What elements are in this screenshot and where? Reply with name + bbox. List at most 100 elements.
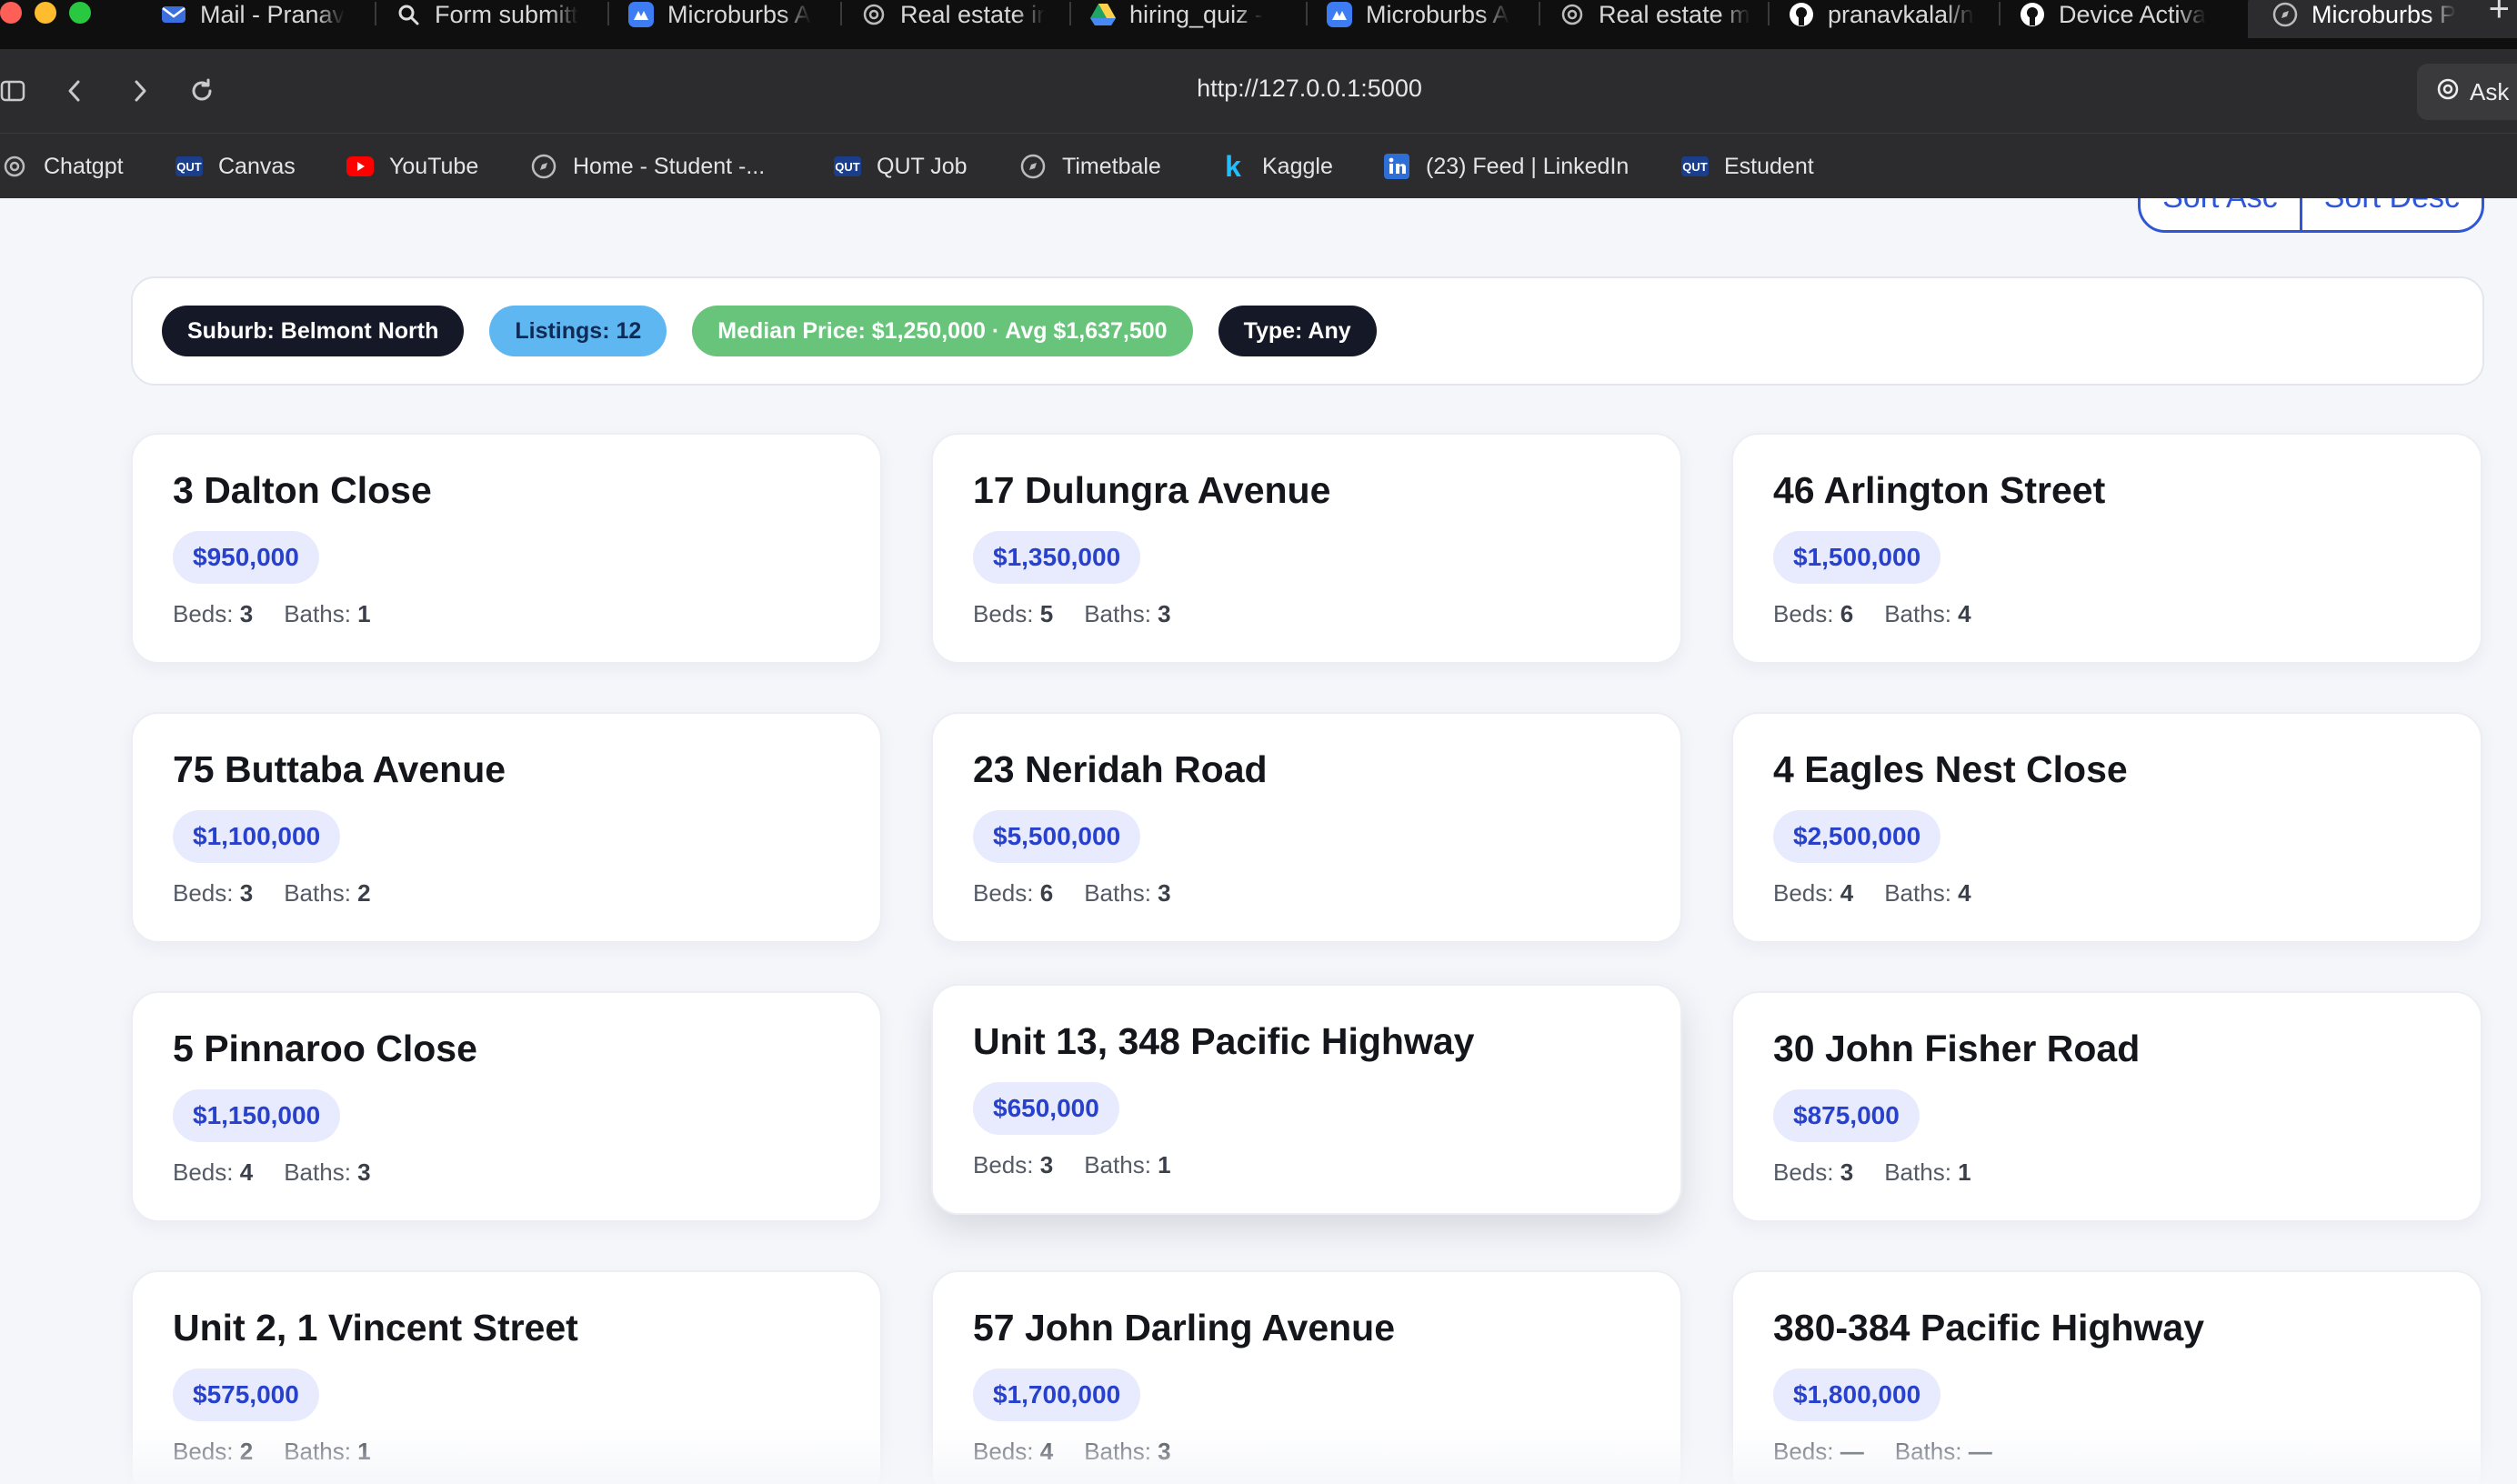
browser-tab[interactable]: pranavkalal/n: [1788, 0, 1988, 38]
youtube-icon: [346, 152, 375, 181]
listing-specs: Beds: 3 Baths: 1: [973, 1151, 1640, 1179]
bookmark-item[interactable]: YouTube: [346, 152, 478, 181]
bookmark-item[interactable]: (23) Feed | LinkedIn: [1382, 152, 1629, 181]
forward-icon[interactable]: [122, 73, 158, 109]
tab-label: Mail - Pranav: [200, 0, 346, 28]
sort-desc-button[interactable]: Sort Desc: [2302, 198, 2482, 230]
beds-label: Beds:: [1773, 1158, 1834, 1186]
baths-label: Baths:: [1084, 600, 1151, 627]
listing-card[interactable]: 46 Arlington Street $1,500,000 Beds: 6 Bath…: [1731, 433, 2482, 664]
bookmark-item[interactable]: Chatgpt: [0, 152, 124, 181]
new-tab-button[interactable]: +: [2489, 0, 2510, 30]
bookmark-item[interactable]: QUT Canvas: [175, 152, 296, 181]
address-bar[interactable]: http://127.0.0.1:5000: [1091, 75, 1528, 103]
baths-value: 3: [1158, 600, 1171, 627]
beds-info: Beds: 4: [173, 1158, 253, 1187]
browser-tab[interactable]: Mail - Pranav: [160, 0, 360, 38]
bookmark-item[interactable]: QUT Estudent: [1680, 152, 1814, 181]
bookmark-label: Kaggle: [1262, 153, 1333, 179]
bookmark-item[interactable]: k Kaggle: [1218, 150, 1333, 183]
listings-count-chip: Listings: 12: [489, 306, 667, 356]
compass-icon: [529, 152, 558, 181]
ask-button[interactable]: Ask: [2417, 64, 2517, 120]
listing-card[interactable]: 75 Buttaba Avenue $1,100,000 Beds: 3 Baths:…: [131, 712, 882, 943]
listing-price: $875,000: [1773, 1089, 1920, 1142]
baths-info: Baths: 4: [1884, 600, 1970, 628]
listing-card[interactable]: 23 Neridah Road $5,500,000 Beds: 6 Baths: 3: [931, 712, 1682, 943]
listing-specs: Beds: 3 Baths: 1: [1773, 1158, 2441, 1187]
tab-separator: [1768, 2, 1770, 25]
listing-specs: Beds: 4 Baths: 4: [1773, 879, 2441, 907]
tab-separator: [375, 2, 376, 25]
listing-card[interactable]: 17 Dulungra Avenue $1,350,000 Beds: 5 Baths…: [931, 433, 1682, 664]
listing-specs: Beds: 3 Baths: 2: [173, 879, 840, 907]
beds-info: Beds: 5: [973, 600, 1053, 628]
tab-label: Microburbs A: [1366, 0, 1509, 28]
browser-tab[interactable]: Microburbs A: [1326, 0, 1526, 38]
bookmark-item[interactable]: QUT QUT Job: [833, 152, 968, 181]
browser-tab[interactable]: Form submitt: [395, 0, 595, 38]
listing-price: $1,150,000: [173, 1089, 341, 1142]
baths-value: 4: [1958, 879, 1971, 907]
listing-card[interactable]: Unit 13, 348 Pacific Highway $650,000 Beds…: [931, 984, 1682, 1215]
listing-price: $2,500,000: [1773, 810, 1941, 863]
browser-tab[interactable]: Real estate m: [1559, 0, 1759, 38]
baths-info: Baths: 3: [284, 1158, 370, 1187]
listing-card[interactable]: 3 Dalton Close $950,000 Beds: 3 Baths: 1: [131, 433, 882, 664]
drive-icon: [1089, 1, 1117, 28]
listing-address: 23 Neridah Road: [973, 748, 1268, 790]
beds-value: 6: [1840, 600, 1854, 627]
baths-label: Baths:: [1884, 600, 1951, 627]
browser-tab[interactable]: Microburbs A: [627, 0, 827, 38]
bookmark-item[interactable]: Timetbale: [1018, 152, 1161, 181]
beds-info: Beds: 3: [1773, 1158, 1853, 1187]
listing-specs: Beds: 6 Baths: 4: [1773, 600, 2441, 628]
sidebar-toggle-icon[interactable]: [0, 73, 31, 109]
baths-value: 1: [1958, 1158, 1971, 1186]
compass-icon: [1018, 152, 1048, 181]
listing-card[interactable]: 5 Pinnaroo Close $1,150,000 Beds: 4 Baths: …: [131, 991, 882, 1222]
baths-label: Baths:: [1884, 879, 1951, 907]
beds-value: 3: [1840, 1158, 1854, 1186]
browser-tab[interactable]: Real estate ir: [860, 0, 1060, 38]
baths-value: 3: [1158, 879, 1171, 907]
baths-value: 3: [357, 1158, 371, 1186]
bookmark-item[interactable]: Home - Student -...: [529, 152, 765, 181]
close-window-button[interactable]: [0, 2, 22, 24]
listing-card[interactable]: 4 Eagles Nest Close $2,500,000 Beds: 4 Bath…: [1731, 712, 2482, 943]
beds-value: 3: [1039, 1151, 1054, 1178]
listing-address: 5 Pinnaroo Close: [173, 1028, 477, 1069]
tab-separator: [1306, 2, 1308, 25]
bookmark-label: Canvas: [218, 153, 296, 179]
qut-icon: QUT: [833, 152, 862, 181]
browser-tab[interactable]: Microburbs P: [2248, 0, 2517, 38]
bookmark-label: Home - Student -...: [573, 153, 766, 179]
listing-card[interactable]: 30 John Fisher Road $875,000 Beds: 3 Baths:…: [1731, 991, 2482, 1222]
minimize-window-button[interactable]: [35, 2, 56, 24]
tab-label: Microburbs A: [667, 0, 811, 28]
beds-label: Beds:: [1773, 600, 1834, 627]
zoom-window-button[interactable]: [69, 2, 91, 24]
browser-tab[interactable]: hiring_quiz -: [1089, 0, 1289, 38]
tab-separator: [1999, 2, 2001, 25]
openai-icon: [860, 1, 887, 28]
tab-separator: [1069, 2, 1071, 25]
baths-label: Baths:: [284, 879, 351, 907]
browser-tab[interactable]: Device Activa: [2019, 0, 2219, 38]
tab-separator: [840, 2, 842, 25]
listing-address: 380-384 Pacific Highway: [1773, 1307, 2205, 1349]
reload-icon[interactable]: [184, 73, 220, 109]
back-icon[interactable]: [56, 73, 93, 109]
listing-price: $1,350,000: [973, 531, 1141, 584]
compass-icon: [2271, 1, 2299, 28]
listing-specs: Beds: 4 Baths: 3: [173, 1158, 840, 1187]
median-price-chip: Median Price: $1,250,000 · Avg $1,637,50…: [692, 306, 1193, 356]
listing-price: $650,000: [973, 1082, 1119, 1135]
beds-info: Beds: 6: [973, 879, 1053, 907]
sort-asc-button[interactable]: Sort Asc: [2141, 198, 2300, 230]
microburbs-icon: [1326, 1, 1353, 28]
openai-icon: [0, 152, 29, 181]
beds-label: Beds:: [173, 600, 234, 627]
linkedin-icon: [1382, 152, 1411, 181]
listing-specs: Beds: 5 Baths: 3: [973, 600, 1640, 628]
